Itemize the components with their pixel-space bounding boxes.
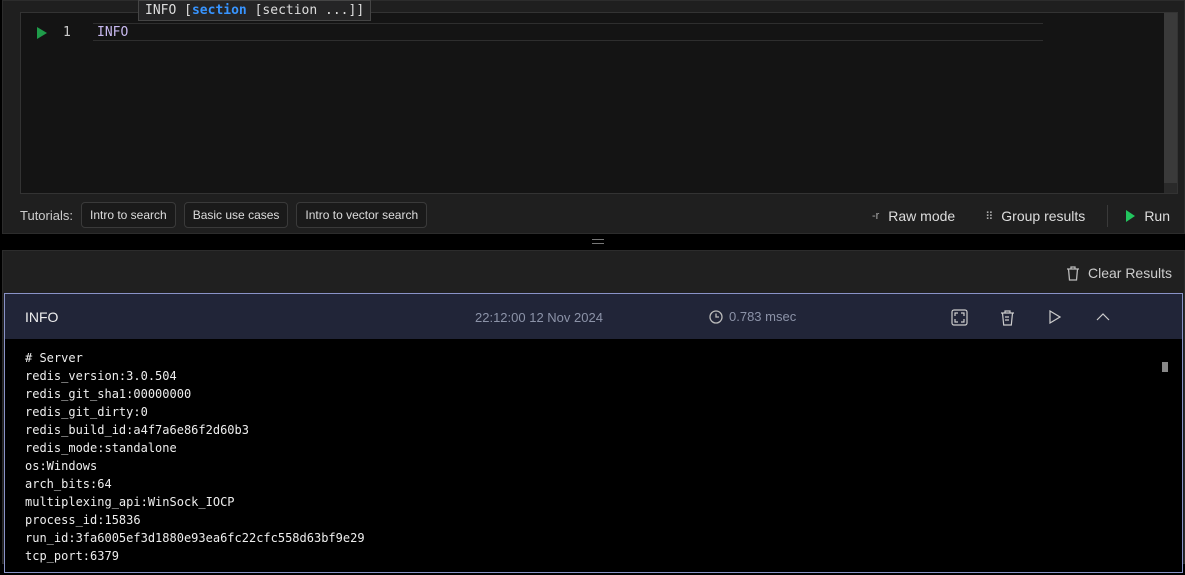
- tutorials-bar: Tutorials: Intro to search Basic use cas…: [20, 202, 428, 228]
- run-line-icon[interactable]: [37, 27, 47, 39]
- play-icon: [1126, 210, 1136, 222]
- tutorial-intro-to-search-button[interactable]: Intro to search: [80, 202, 176, 228]
- raw-mode-label: Raw mode: [888, 208, 956, 224]
- editor-scrollbar[interactable]: [1164, 13, 1177, 193]
- output-line: redis_mode:standalone: [25, 441, 177, 455]
- result-card: INFO 22:12:00 12 Nov 2024 0.783 msec # S…: [4, 293, 1183, 573]
- tooltip-rest: [section ...]]: [246, 3, 365, 18]
- result-timestamp: 22:12:00 12 Nov 2024: [475, 310, 603, 325]
- clear-results-label: Clear Results: [1087, 265, 1172, 281]
- output-line: tcp_port:6379: [25, 549, 119, 563]
- group-results-toggle[interactable]: ⠿ Group results: [985, 208, 1085, 224]
- output-line: run_id:3fa6005ef3d1880e93ea6fc22cfc558d6…: [25, 531, 365, 545]
- raw-mode-icon: -r: [871, 210, 880, 222]
- rerun-icon[interactable]: [1045, 307, 1065, 327]
- result-duration: 0.783 msec: [709, 309, 796, 324]
- tutorial-basic-use-cases-button[interactable]: Basic use cases: [183, 202, 289, 228]
- output-line: redis_version:3.0.504: [25, 369, 177, 383]
- raw-mode-toggle[interactable]: -r Raw mode: [872, 208, 955, 224]
- group-results-label: Group results: [1001, 208, 1086, 224]
- output-line: process_id:15836: [25, 513, 141, 527]
- editor-actions: -r Raw mode ⠿ Group results Run: [842, 205, 1170, 227]
- trash-icon: [1066, 266, 1079, 281]
- tutorial-intro-to-vector-search-button[interactable]: Intro to vector search: [296, 202, 428, 228]
- scrollbar-thumb[interactable]: [1162, 362, 1168, 372]
- tooltip-active-param: section: [191, 3, 247, 18]
- output-line: multiplexing_api:WinSock_IOCP: [25, 495, 235, 509]
- line-number: 1: [63, 25, 71, 40]
- output-line: redis_git_sha1:00000000: [25, 387, 192, 401]
- output-line: redis_git_dirty:0: [25, 405, 148, 419]
- command-signature-tooltip: INFO [section [section ...]]: [138, 0, 372, 21]
- output-line: os:Windows: [25, 459, 98, 473]
- output-line: arch_bits:64: [25, 477, 112, 491]
- grid-dots-icon: ⠿: [985, 210, 993, 223]
- tutorials-label: Tutorials:: [20, 207, 73, 223]
- resize-handle[interactable]: [592, 239, 604, 244]
- result-actions: [949, 307, 1113, 327]
- code-editor[interactable]: 1 INFO: [20, 12, 1178, 194]
- results-panel: Clear Results INFO 22:12:00 12 Nov 2024 …: [2, 250, 1185, 573]
- run-label: Run: [1144, 208, 1170, 224]
- output-line: redis_build_id:a4f7a6e86f2d60b3: [25, 423, 249, 437]
- clock-icon: [709, 309, 723, 324]
- scrollbar-thumb[interactable]: [1164, 13, 1177, 183]
- code-line[interactable]: INFO: [97, 25, 128, 40]
- output-line: # Server: [25, 351, 83, 365]
- run-button[interactable]: Run: [1126, 208, 1170, 224]
- output-scrollbar[interactable]: [1162, 354, 1168, 554]
- fullscreen-icon[interactable]: [949, 307, 969, 327]
- tooltip-bracket: [: [184, 3, 192, 18]
- result-output: # Server redis_version:3.0.504 redis_git_s…: [5, 339, 1182, 575]
- current-line-highlight: [93, 23, 1043, 41]
- collapse-chevron-up-icon[interactable]: [1093, 307, 1113, 327]
- tooltip-command: INFO: [145, 3, 185, 18]
- result-command: INFO: [25, 309, 59, 325]
- delete-result-icon[interactable]: [997, 307, 1017, 327]
- query-editor-panel: INFO [section [section ...]] 1 INFO Tuto…: [2, 0, 1185, 234]
- clear-results-button[interactable]: Clear Results: [1066, 265, 1172, 281]
- divider: [1107, 205, 1109, 227]
- duration-value: 0.783 msec: [729, 309, 797, 324]
- result-card-header[interactable]: INFO 22:12:00 12 Nov 2024 0.783 msec: [5, 294, 1182, 339]
